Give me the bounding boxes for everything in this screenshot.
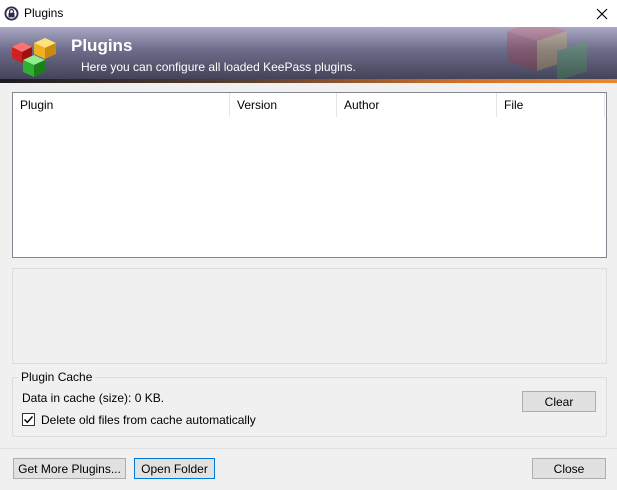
banner-heading: Plugins (71, 36, 133, 55)
delete-old-files-option[interactable]: Delete old files from cache automaticall… (22, 412, 256, 427)
keepass-lock-icon (4, 6, 19, 21)
window-title: Plugins (24, 6, 64, 20)
clear-cache-button[interactable]: Clear (522, 391, 596, 412)
plugin-cubes-icon (12, 38, 56, 77)
cache-size-text: Data in cache (size): 0 KB. (22, 391, 165, 405)
open-folder-button[interactable]: Open Folder (134, 458, 215, 479)
column-header-author[interactable]: Author (337, 93, 496, 117)
column-header-file[interactable]: File (497, 93, 604, 117)
title-bar: Plugins (0, 0, 617, 27)
delete-old-files-checkbox[interactable] (22, 413, 35, 426)
list-header: Plugin Version Author File (13, 93, 606, 117)
plugins-list-view[interactable]: Plugin Version Author File (12, 92, 607, 258)
banner-accent-line (0, 79, 617, 83)
header-banner: Plugins Here you can configure all loade… (0, 27, 617, 83)
window-close-button[interactable] (587, 0, 617, 27)
plugin-description-area (12, 268, 607, 364)
banner-background-cubes (507, 27, 587, 81)
close-icon (596, 8, 608, 19)
banner-subheading: Here you can configure all loaded KeePas… (81, 60, 356, 74)
close-button[interactable]: Close (532, 458, 606, 479)
delete-old-files-label[interactable]: Delete old files from cache automaticall… (41, 413, 256, 427)
column-divider[interactable] (604, 93, 605, 117)
plugin-cache-label: Plugin Cache (18, 370, 96, 384)
plugin-cache-group: Plugin Cache Data in cache (size): 0 KB.… (12, 370, 607, 437)
column-header-version[interactable]: Version (230, 93, 336, 117)
footer-separator (0, 448, 617, 449)
get-more-plugins-button[interactable]: Get More Plugins... (13, 458, 126, 479)
column-header-plugin[interactable]: Plugin (13, 93, 229, 117)
checkmark-icon (24, 416, 34, 424)
